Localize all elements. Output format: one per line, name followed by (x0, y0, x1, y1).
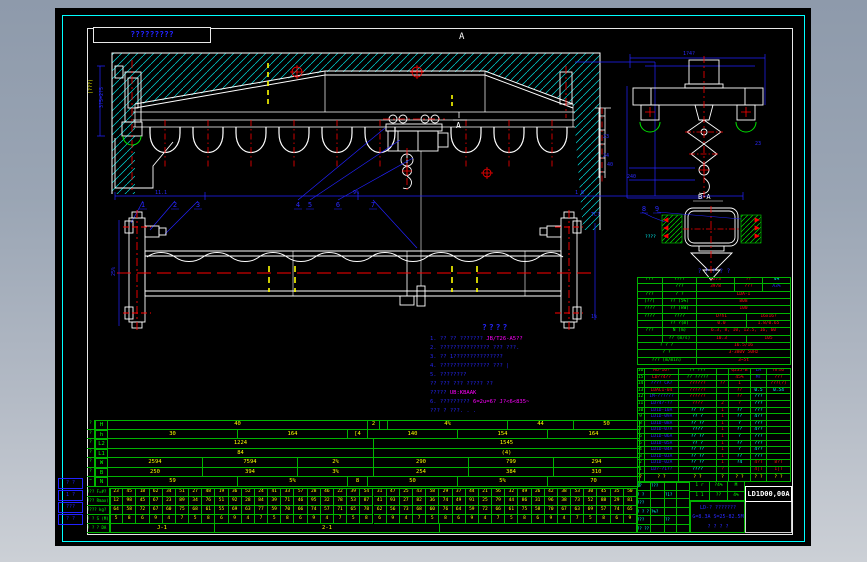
drawing-number: LD1D00,00A (745, 486, 792, 502)
dim-span: 9% (353, 190, 359, 196)
load-row-label: ??? F=#? (87, 488, 110, 497)
bom-table-border (637, 368, 791, 482)
dim-right5: 1 B (575, 190, 584, 196)
tech-table-title: ? ? ? ? ? (697, 268, 731, 275)
festoon-loops (149, 127, 568, 154)
load-row-label: ???? kg? (87, 506, 110, 515)
load-row-label: ??? Rmax(kN) (87, 497, 110, 506)
section-mark-a-top: A (459, 32, 465, 42)
balloon-8: 8 (642, 205, 646, 213)
model-line: LD-? ??????? (699, 505, 737, 511)
revision-box: ? ? (58, 478, 83, 489)
dim-plan-left: 25% (111, 267, 117, 276)
param-left-glyph: ? (87, 448, 95, 459)
note-line: ??? ? ???. . . (430, 408, 477, 414)
balloon-5: 5 (308, 201, 312, 209)
note-line: 4. ??????????????? ??? | (430, 363, 510, 369)
param-left-glyph: ? (87, 439, 95, 449)
note-line: 1. ?? ?? ??????? JB/T26-A5?? (430, 336, 523, 342)
ladder-tag: TC? (591, 212, 600, 218)
dim-right2: 24 (603, 153, 609, 159)
mid-cell: 1 1 (690, 491, 710, 501)
note-line: ?? ??? ??? ????? ?? (430, 381, 493, 387)
dim-end-top: 1?4? (683, 51, 695, 57)
mid-cell: 1 r (690, 482, 710, 492)
notes-title: ???? (482, 323, 510, 332)
mid-cell: ?4% (710, 482, 728, 492)
balloon-9: 9 (655, 205, 659, 213)
technical-notes: ???? 1. ?? ?? ??????? JB/T26-A5?? 2. ????… (430, 323, 615, 416)
mid-cell: ?? (710, 491, 728, 501)
balloon-7: 7 (371, 201, 375, 209)
mid-cell: M (728, 482, 745, 492)
note-line: 5. ???????? (430, 372, 467, 378)
dim-yellow-vert: (???) (88, 79, 94, 94)
load-table-border (110, 488, 637, 533)
section-mark-a-mid: A (456, 121, 461, 130)
dim-plan-right: 1% (591, 314, 597, 320)
load-row-label: ? ? S (M) (87, 515, 110, 524)
dim-left-vert: 3?5=2?5 (99, 87, 105, 108)
dim-end-side: 23 (755, 141, 761, 147)
load-bottom-label: ? ? ? DA (87, 524, 110, 533)
param-left-glyph: ? (87, 429, 95, 440)
end-view (626, 54, 766, 200)
dim-right4: 240 (627, 174, 636, 180)
name-line: ? ? ? ? (707, 524, 729, 530)
tech-table-border (637, 277, 791, 365)
balloon-4: 4 (296, 201, 300, 209)
revision-box: ? ? (58, 514, 83, 525)
spec-line: G=8.3A S=25-82.5M (692, 514, 744, 520)
mid-cell: 4% (728, 491, 745, 501)
cad-viewer-background: { "frame": { "title_box_text": "????????… (0, 0, 867, 562)
param-left-glyph: ~ (87, 477, 95, 487)
note-line: 3. ?? 1??????????????? (430, 354, 503, 360)
section-title-ba: B-A (698, 193, 711, 201)
dim-right3: 40 (607, 162, 613, 168)
note-line: ????? UB:KBAAK (430, 390, 477, 396)
cad-drawing-canvas[interactable]: ????????? 1 2 3 4 5 6 7 8 9 A A B-A (???… (55, 8, 811, 546)
festoon-wire-plan (146, 252, 564, 262)
title-block-empty-box (745, 502, 792, 533)
balloon-3: 3 (196, 201, 200, 209)
dim-right1: 23 (603, 134, 609, 140)
dim-left1: 11.1 (155, 190, 167, 196)
note-line: 2. ??????????????? ??? ???. (430, 345, 520, 351)
balloon-6: 6 (336, 201, 340, 209)
balloon-2: 2 (173, 201, 177, 209)
revision-box: 1 ? (58, 490, 83, 501)
param-table-border (95, 420, 640, 487)
param-left-glyph: ? (87, 467, 95, 478)
hoist-trolley (385, 114, 449, 307)
sig-grid-border (637, 482, 690, 533)
param-left-glyph: ? (87, 420, 95, 430)
note-line: 6. ????????? 6=2u=6? J?<6<835~ (430, 399, 530, 405)
balloon-1: 1 (141, 201, 145, 209)
section-cyan-note: ???? (645, 234, 656, 240)
wall-hatch-top (112, 53, 600, 105)
revision-box: ??? (58, 502, 83, 513)
param-left-glyph: ? (87, 458, 95, 468)
plan-view (117, 210, 596, 330)
